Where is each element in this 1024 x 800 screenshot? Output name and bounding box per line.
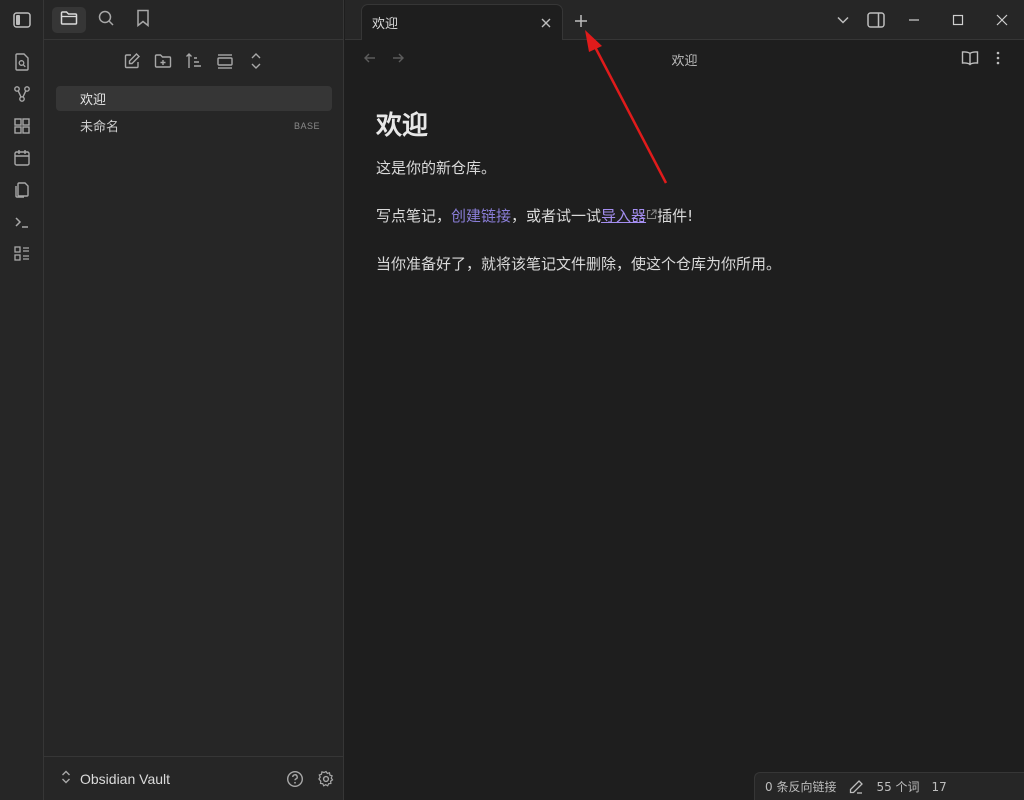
new-tab-plus-icon[interactable] [569,9,593,33]
note-heading: 欢迎 [376,111,429,141]
file-explorer-actions [44,48,344,74]
calendar-icon[interactable] [8,144,36,172]
terminal-icon[interactable] [8,208,36,236]
external-link-icon [646,207,657,225]
list-icon[interactable] [8,240,36,268]
view-header: 欢迎 [345,40,1024,76]
para2-middle: ，或者试一试 [511,207,602,225]
file-list: 欢迎 未命名 BASE [56,86,332,140]
bookmark-icon [136,9,150,31]
bookmarks-tab[interactable] [126,7,160,33]
sidebar-right-icon[interactable] [859,0,892,40]
window-controls [826,0,1024,40]
ribbon [0,0,44,800]
collapse-icon[interactable] [212,48,238,74]
vault-switcher: Obsidian Vault [44,756,344,800]
word-count: 55 个词 [876,780,920,794]
para2-prefix: 写点笔记， [376,207,452,225]
sidebar-tab-bar [44,0,344,40]
help-icon[interactable] [282,766,308,792]
sidebar-toggle-icon[interactable] [10,9,34,31]
paragraph-links: 写点笔记，创建链接，或者试一试导入器 插件! [376,204,996,228]
file-item-welcome[interactable]: 欢迎 [56,86,332,111]
graph-icon[interactable] [8,80,36,108]
reading-view-book-icon[interactable] [956,44,984,72]
window-close-icon[interactable] [980,0,1024,40]
copy-icon[interactable] [8,176,36,204]
expand-icon[interactable] [243,48,269,74]
para2-suffix: 插件! [657,207,694,225]
files-tab[interactable] [52,6,86,33]
more-options-icon[interactable] [984,44,1012,72]
new-note-icon[interactable] [119,48,145,74]
status-bar: 0 条反向链接 55 个词 17 [754,772,1024,800]
note-content[interactable]: 欢迎 这是你的新仓库。 写点笔记，创建链接，或者试一试导入器 插件! 当你准备好了… [376,108,996,300]
settings-gear-icon[interactable] [313,766,339,792]
file-search-icon[interactable] [8,48,36,76]
char-count: 17 [931,779,947,794]
pencil-edit-icon[interactable] [848,779,864,795]
tab-welcome[interactable]: 欢迎 [361,4,563,40]
folder-icon [60,10,78,30]
vault-name[interactable]: Obsidian Vault [80,771,282,787]
search-icon [97,9,115,31]
file-explorer-sidebar: 欢迎 未命名 BASE Obsidian Vault [44,0,344,800]
importer-external-link[interactable]: 导入器 [601,207,646,225]
chevron-updown-icon[interactable] [60,769,72,789]
obsidian-app: 欢迎 未命名 BASE Obsidian Vault 欢迎 欢迎 欢迎 这是你的… [0,0,1024,800]
create-link-link[interactable]: 创建链接 [451,207,511,225]
sort-icon[interactable] [181,48,207,74]
maximize-icon[interactable] [936,0,980,40]
new-folder-icon[interactable] [150,48,176,74]
search-tab[interactable] [89,7,123,33]
main-workspace: 欢迎 欢迎 欢迎 这是你的新仓库。 写点笔记，创建链接，或者试一试导入器 插件!… [345,0,1024,800]
tab-list-chevron-down-icon[interactable] [826,0,859,40]
paragraph-intro: 这是你的新仓库。 [376,159,497,177]
minimize-icon[interactable] [892,0,936,40]
file-type-badge: BASE [293,120,320,131]
tab-title: 欢迎 [372,17,399,32]
view-title[interactable]: 欢迎 [345,50,1024,69]
paragraph-closing: 当你准备好了，就将该笔记文件删除，使这个仓库为你所用。 [376,255,782,273]
file-item-untitled[interactable]: 未命名 BASE [56,113,332,138]
canvas-icon[interactable] [8,112,36,140]
tab-bar: 欢迎 [345,0,1024,40]
backlinks-count[interactable]: 0 条反向链接 [765,778,836,795]
file-name: 未命名 [80,120,120,135]
close-icon[interactable] [536,13,556,33]
file-name: 欢迎 [80,93,107,108]
